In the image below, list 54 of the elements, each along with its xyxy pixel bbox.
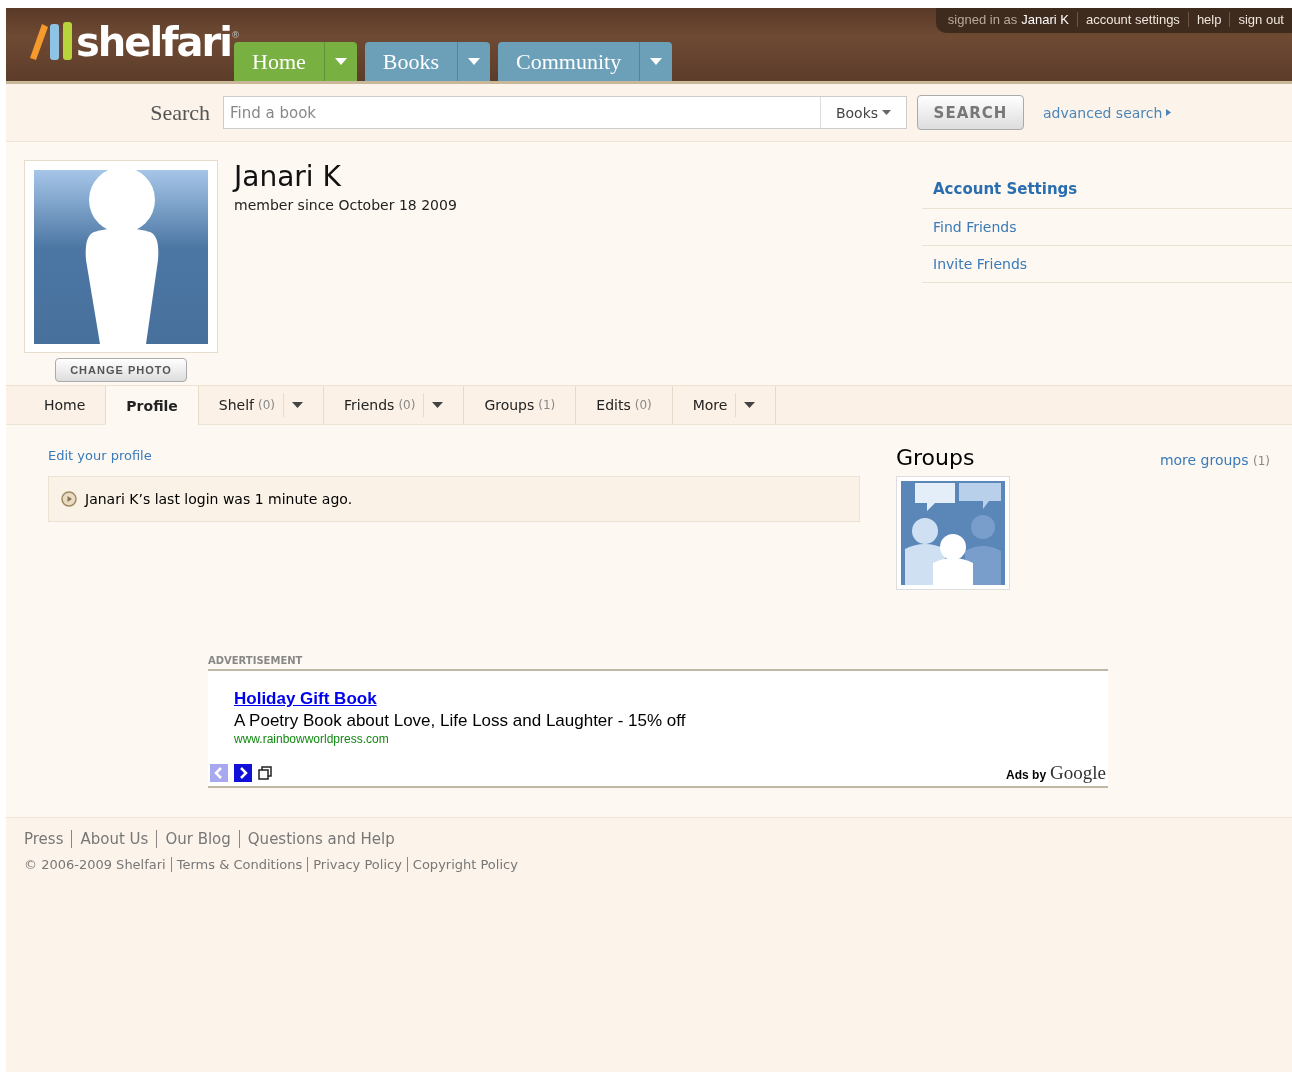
profile-tab[interactable]: Profile [106, 386, 199, 425]
copyright-text: © 2006-2009 Shelfari [24, 857, 166, 872]
search-label: Search [149, 99, 211, 126]
search-button[interactable]: SEARCH [917, 95, 1024, 130]
popout-icon[interactable] [258, 766, 272, 780]
nav-tab[interactable]: Home [234, 42, 357, 81]
search-field[interactable]: Find a book Books [223, 96, 907, 129]
account-menu-item[interactable]: Account Settings [922, 170, 1292, 209]
ads-by-label: Ads by [1006, 768, 1047, 782]
clock-icon [61, 491, 77, 507]
change-photo-button[interactable]: CHANGE PHOTO [55, 358, 187, 382]
caret-icon [882, 110, 892, 115]
avatar-silhouette-icon [34, 170, 208, 344]
scope-dropdown[interactable]: Books [820, 97, 906, 128]
more-groups-link[interactable]: more groups (1) [1159, 452, 1270, 468]
header-link[interactable]: sign out [1229, 12, 1284, 27]
footer-link[interactable]: About Us [71, 830, 149, 848]
ad-text: A Poetry Book about Love, Life Loss and Laughter - 15% off [234, 711, 687, 731]
registered-mark: ® [230, 30, 240, 40]
caret-icon[interactable] [292, 402, 303, 408]
google-wordmark[interactable]: Google [1050, 762, 1106, 784]
header-link[interactable]: help [1187, 12, 1222, 27]
member-since-text: member since October 18 2009 [234, 197, 458, 213]
account-menu-item[interactable]: Find Friends [922, 209, 1292, 246]
legal-link[interactable]: Copyright Policy [406, 857, 518, 872]
legal-link[interactable]: Terms & Conditions [170, 857, 303, 872]
nav-tab[interactable]: Community [498, 42, 673, 81]
group-people-icon[interactable] [901, 481, 1005, 585]
advanced-search-link[interactable]: advanced search [1043, 104, 1172, 121]
arrow-right-icon [1166, 109, 1172, 116]
profile-tab[interactable]: More [672, 386, 777, 424]
profile-tab[interactable]: Groups (1) [464, 386, 577, 424]
user-name: Janari K [1021, 12, 1069, 27]
profile-tab[interactable]: Shelf (0) [198, 386, 324, 424]
nav-tab[interactable]: Books [364, 42, 490, 81]
profile-tab[interactable]: Edits (0) [576, 386, 673, 424]
profile-name: Janari K [234, 160, 342, 193]
header-link[interactable]: account settings [1076, 12, 1180, 27]
caret-icon[interactable] [744, 402, 756, 408]
logo-text[interactable]: shelfari [76, 21, 231, 62]
signed-in-label: signed in as [947, 12, 1018, 27]
footer-link[interactable]: Press [24, 830, 64, 848]
edit-profile-link[interactable]: Edit your profile [48, 448, 152, 463]
ad-url[interactable]: www.rainbowworldpress.com [234, 732, 1106, 746]
profile-tab[interactable]: Friends (0) [324, 386, 465, 424]
groups-heading: Groups [896, 445, 975, 470]
next-icon[interactable] [234, 764, 252, 782]
footer-link[interactable]: Questions and Help [238, 830, 395, 848]
ad-title-link[interactable]: Holiday Gift Book [234, 689, 377, 708]
footer-link[interactable]: Our Blog [156, 830, 231, 848]
legal-link[interactable]: Privacy Policy [307, 857, 402, 872]
last-login-text: Janari K’s last login was 1 minute ago. [85, 491, 353, 507]
caret-icon[interactable] [432, 402, 444, 408]
account-menu-item[interactable]: Invite Friends [922, 246, 1292, 283]
